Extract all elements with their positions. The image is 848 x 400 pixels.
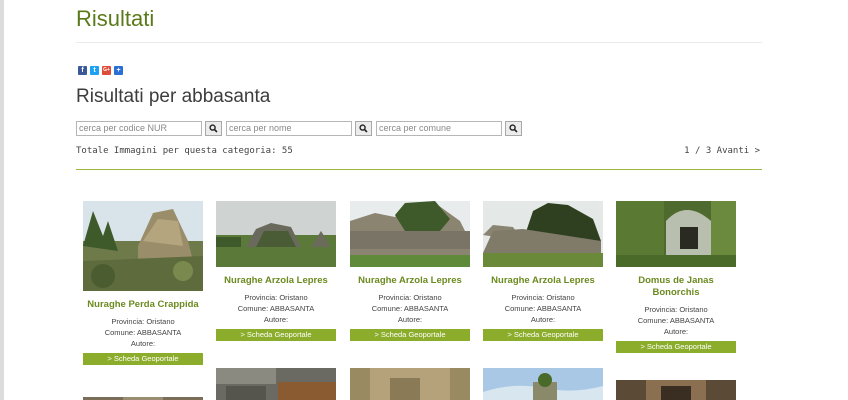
comune-search-button[interactable] — [505, 121, 522, 136]
result-thumbnail[interactable] — [483, 368, 603, 400]
result-meta: Provincia: Oristano Comune: ABBASANTA Au… — [483, 292, 603, 325]
scheda-geoportale-button[interactable]: > Scheda Geoportale — [83, 353, 203, 365]
result-thumbnail[interactable] — [83, 391, 203, 400]
google-plus-icon[interactable]: G+ — [102, 66, 111, 75]
result-card: Nuraghe Arzola Lepres Provincia: Oristan… — [216, 201, 336, 341]
share-more-icon[interactable]: + — [114, 66, 123, 75]
result-thumbnail[interactable] — [616, 380, 736, 400]
result-title[interactable]: Nuraghe Perda Crappida — [83, 299, 203, 311]
total-images-count: Totale Immagini per questa categoria: 55 — [76, 146, 293, 156]
result-provincia: Provincia: Oristano — [111, 317, 175, 326]
result-autore: Autore: — [530, 315, 556, 324]
search-icon — [359, 124, 368, 133]
search-by-comune: cerca per comune — [376, 121, 522, 136]
result-comune: Comune: ABBASANTA — [104, 328, 182, 337]
code-search-button[interactable] — [205, 121, 222, 136]
twitter-icon[interactable]: t — [90, 66, 99, 75]
scheda-geoportale-button[interactable]: > Scheda Geoportale — [483, 329, 603, 341]
code-search-input[interactable]: cerca per codice NUR — [76, 121, 202, 136]
result-meta: Provincia: Oristano Comune: ABBASANTA Au… — [616, 304, 736, 337]
result-comune: Comune: ABBASANTA — [637, 316, 715, 325]
result-provincia: Provincia: Oristano — [244, 293, 308, 302]
result-comune: Comune: ABBASANTA — [371, 304, 449, 313]
result-thumbnail[interactable] — [216, 368, 336, 400]
result-thumbnail[interactable] — [350, 201, 470, 271]
search-by-name: cerca per nome — [226, 121, 372, 136]
result-title[interactable]: Nuraghe Arzola Lepres — [483, 275, 603, 287]
name-search-button[interactable] — [355, 121, 372, 136]
facebook-icon[interactable]: f — [78, 66, 87, 75]
divider — [76, 42, 762, 43]
scheda-geoportale-button[interactable]: > Scheda Geoportale — [350, 329, 470, 341]
search-by-code: cerca per codice NUR — [76, 121, 222, 136]
result-thumbnail[interactable] — [616, 201, 736, 271]
result-provincia: Provincia: Oristano — [378, 293, 442, 302]
result-meta: Provincia: Oristano Comune: ABBASANTA Au… — [350, 292, 470, 325]
result-title[interactable]: Domus de Janas Bonorchis — [616, 275, 736, 299]
pagination[interactable]: 1 / 3 Avanti > — [684, 146, 760, 156]
result-thumbnail[interactable] — [216, 201, 336, 271]
result-title[interactable]: Nuraghe Arzola Lepres — [216, 275, 336, 287]
result-autore: Autore: — [663, 327, 689, 336]
result-thumbnail[interactable] — [83, 201, 203, 295]
scheda-geoportale-button[interactable]: > Scheda Geoportale — [616, 341, 736, 353]
result-card: Domus de Janas Bonorchis Provincia: Oris… — [616, 201, 736, 353]
result-autore: Autore: — [397, 315, 423, 324]
left-edge-strip — [0, 0, 4, 400]
results-heading: Risultati per abbasanta — [76, 86, 271, 107]
result-autore: Autore: — [130, 339, 156, 348]
result-card: Nuraghe Arzola Lepres Provincia: Oristan… — [350, 201, 470, 341]
result-meta: Provincia: Oristano Comune: ABBASANTA Au… — [216, 292, 336, 325]
result-provincia: Provincia: Oristano — [511, 293, 575, 302]
result-thumbnail[interactable] — [483, 201, 603, 271]
search-icon — [209, 124, 218, 133]
result-comune: Comune: ABBASANTA — [504, 304, 582, 313]
green-divider — [76, 169, 762, 170]
result-title[interactable]: Nuraghe Arzola Lepres — [350, 275, 470, 287]
page-title: Risultati — [76, 6, 155, 31]
result-provincia: Provincia: Oristano — [644, 305, 708, 314]
scheda-geoportale-button[interactable]: > Scheda Geoportale — [216, 329, 336, 341]
search-icon — [509, 124, 518, 133]
result-comune: Comune: ABBASANTA — [237, 304, 315, 313]
comune-search-input[interactable]: cerca per comune — [376, 121, 502, 136]
name-search-input[interactable]: cerca per nome — [226, 121, 352, 136]
social-share-bar: f t G+ + — [78, 66, 123, 75]
result-thumbnail[interactable] — [350, 368, 470, 400]
result-meta: Provincia: Oristano Comune: ABBASANTA Au… — [83, 316, 203, 349]
result-autore: Autore: — [263, 315, 289, 324]
result-card: Nuraghe Arzola Lepres Provincia: Oristan… — [483, 201, 603, 341]
result-card: Nuraghe Perda Crappida Provincia: Orista… — [83, 201, 203, 365]
